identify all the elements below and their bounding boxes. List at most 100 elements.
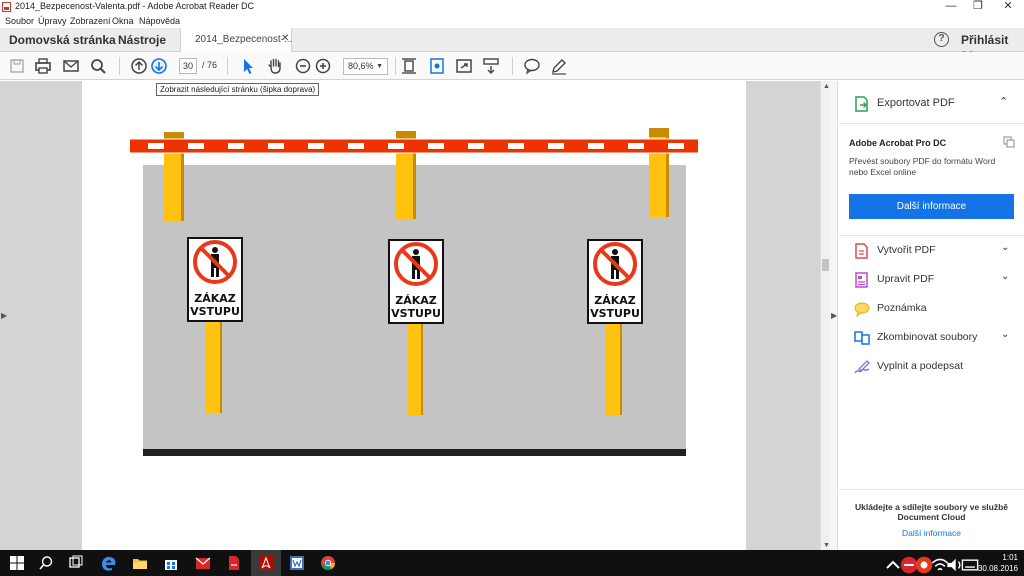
clock-date[interactable]: 30.08.2016 bbox=[972, 564, 1018, 573]
page-number-input[interactable]: 30 bbox=[179, 58, 197, 74]
left-panel-toggle-icon[interactable]: ▶ bbox=[1, 311, 7, 320]
zoom-in-icon[interactable] bbox=[313, 56, 333, 76]
document-cloud-link[interactable]: Další informace bbox=[839, 528, 1024, 538]
chevron-down-icon[interactable]: ⌄ bbox=[1001, 271, 1009, 282]
panel-divider bbox=[839, 235, 1024, 236]
scroll-down-icon[interactable]: ▼ bbox=[823, 542, 830, 549]
collapse-panel-icon[interactable]: ▶ bbox=[831, 311, 837, 320]
maximize-button[interactable]: ❐ bbox=[963, 0, 993, 14]
volume-icon[interactable] bbox=[946, 556, 961, 572]
store-icon[interactable] bbox=[162, 554, 180, 572]
tool-comment[interactable]: Poznámka bbox=[839, 299, 1024, 319]
zoom-level-value: 80,6% bbox=[348, 61, 374, 71]
word-app-icon[interactable] bbox=[288, 554, 306, 572]
sign-text-line1: ZÁKAZ bbox=[194, 292, 236, 305]
sign-text-line1: ZÁKAZ bbox=[594, 294, 636, 307]
tool-label: Upravit PDF bbox=[877, 273, 935, 285]
tray-app-icon[interactable] bbox=[900, 556, 918, 574]
tab-document-label: 2014_Bezpecenost-... bbox=[195, 34, 293, 45]
print-icon[interactable] bbox=[33, 56, 53, 76]
product-description: Převést soubory PDF do formátu Word nebo… bbox=[849, 156, 996, 177]
edge-icon[interactable] bbox=[100, 554, 118, 572]
vertical-scrollbar[interactable]: ▲ ▼ bbox=[820, 81, 830, 550]
email-icon[interactable] bbox=[61, 56, 81, 76]
search-icon[interactable] bbox=[37, 554, 55, 572]
pdf-file-icon[interactable] bbox=[225, 554, 243, 572]
menu-view[interactable]: Zobrazení bbox=[70, 16, 111, 26]
toolbar-separator bbox=[395, 57, 396, 75]
tools-pane: Exportovat PDF ⌃ Adobe Acrobat Pro DC Př… bbox=[839, 81, 1024, 550]
start-icon[interactable] bbox=[8, 554, 26, 572]
menu-file[interactable]: Soubor bbox=[5, 16, 34, 26]
document-cloud-promo: Ukládejte a sdílejte soubory ve službě D… bbox=[854, 502, 1009, 522]
panel-divider bbox=[839, 489, 1024, 490]
save-icon[interactable] bbox=[7, 56, 27, 76]
tool-combine-files[interactable]: Zkombinovat soubory ⌄ bbox=[839, 328, 1024, 348]
tool-edit-pdf[interactable]: Upravit PDF ⌄ bbox=[839, 270, 1024, 290]
comment-icon[interactable] bbox=[522, 56, 542, 76]
tab-home[interactable]: Domovská stránka bbox=[9, 33, 116, 47]
document-view[interactable]: ▶ ZÁKAZ VSTUPU ZÁKAZ VSTUPU ZÁKAZ VSTUPU bbox=[0, 81, 820, 550]
highlight-icon[interactable] bbox=[549, 56, 569, 76]
tool-fill-sign[interactable]: Vyplnit a podepsat bbox=[839, 357, 1024, 377]
menu-help[interactable]: Nápověda bbox=[139, 16, 180, 26]
scroll-up-icon[interactable]: ▲ bbox=[823, 83, 830, 90]
mail-app-icon[interactable] bbox=[194, 554, 212, 572]
hand-icon[interactable] bbox=[265, 56, 285, 76]
tray-app-icon[interactable] bbox=[915, 556, 933, 574]
barrier-illustration: ZÁKAZ VSTUPU ZÁKAZ VSTUPU ZÁKAZ VSTUPU bbox=[130, 128, 698, 456]
toolbar: 30 / 76 80,6% ▼ bbox=[0, 52, 1024, 80]
tool-label: Vytvořit PDF bbox=[877, 244, 936, 256]
fit-page-icon[interactable] bbox=[399, 56, 419, 76]
title-bar: 2014_Bezpecenost-Valenta.pdf - Adobe Acr… bbox=[0, 0, 1024, 14]
chevron-up-icon[interactable] bbox=[884, 556, 900, 569]
network-icon[interactable] bbox=[931, 556, 949, 571]
right-panel-toggle[interactable]: ▶ bbox=[830, 81, 838, 550]
file-explorer-icon[interactable] bbox=[131, 554, 149, 572]
chevron-down-icon[interactable]: ⌄ bbox=[1001, 329, 1009, 340]
ground-edge bbox=[143, 449, 686, 456]
zoom-level-select[interactable]: 80,6% ▼ bbox=[343, 58, 388, 75]
acrobat-reader-icon[interactable] bbox=[257, 554, 275, 572]
sign-text-line2: VSTUPU bbox=[391, 307, 441, 320]
read-mode-icon[interactable] bbox=[427, 56, 447, 76]
next-page-tooltip: Zobrazit následující stránku (šipka dopr… bbox=[156, 83, 320, 96]
export-pdf-label: Exportovat PDF bbox=[877, 97, 955, 109]
sign-text-line2: VSTUPU bbox=[590, 307, 640, 320]
scroll-thumb[interactable] bbox=[822, 259, 829, 271]
menu-window[interactable]: Okna bbox=[112, 16, 134, 26]
chrome-icon[interactable] bbox=[319, 554, 337, 572]
chevron-up-icon[interactable]: ⌃ bbox=[999, 95, 1008, 108]
fullscreen-icon[interactable] bbox=[454, 56, 474, 76]
next-page-icon[interactable] bbox=[149, 56, 169, 76]
toolbar-separator bbox=[119, 57, 120, 75]
tab-close-icon[interactable]: ✕ bbox=[281, 33, 289, 44]
scroll-icon[interactable] bbox=[481, 56, 501, 76]
zoom-out-icon[interactable] bbox=[293, 56, 313, 76]
task-view-icon[interactable] bbox=[67, 554, 85, 572]
copy-icon[interactable] bbox=[1003, 136, 1015, 148]
close-window-button[interactable]: ✕ bbox=[993, 0, 1023, 14]
chevron-down-icon: ▼ bbox=[376, 63, 383, 70]
prev-page-icon[interactable] bbox=[129, 56, 149, 76]
export-pdf-header[interactable]: Exportovat PDF ⌃ bbox=[839, 93, 1024, 115]
menu-bar: Soubor Úpravy Zobrazení Okna Nápověda bbox=[0, 14, 1024, 28]
chevron-down-icon[interactable]: ⌄ bbox=[1001, 242, 1009, 253]
pdf-app-icon bbox=[2, 2, 11, 12]
export-pdf-icon bbox=[853, 95, 871, 113]
windows-taskbar: 1:01 30.08.2016 bbox=[0, 550, 1024, 576]
tab-tools[interactable]: Nástroje bbox=[118, 33, 166, 47]
more-info-button[interactable]: Další informace bbox=[849, 194, 1014, 219]
search-icon[interactable] bbox=[88, 56, 108, 76]
tool-create-pdf[interactable]: Vytvořit PDF ⌄ bbox=[839, 241, 1024, 261]
tab-document[interactable]: 2014_Bezpecenost-... ✕ bbox=[180, 28, 292, 53]
minimize-button[interactable]: — bbox=[936, 0, 966, 14]
toolbar-separator bbox=[227, 57, 228, 75]
sign-text-line1: ZÁKAZ bbox=[395, 294, 437, 307]
pdf-page: ZÁKAZ VSTUPU ZÁKAZ VSTUPU ZÁKAZ VSTUPU bbox=[82, 81, 746, 550]
select-icon[interactable] bbox=[238, 56, 258, 76]
menu-edit[interactable]: Úpravy bbox=[38, 16, 67, 26]
tool-label: Poznámka bbox=[877, 302, 927, 314]
clock-time[interactable]: 1:01 bbox=[980, 553, 1018, 563]
help-icon[interactable]: ? bbox=[934, 32, 949, 47]
